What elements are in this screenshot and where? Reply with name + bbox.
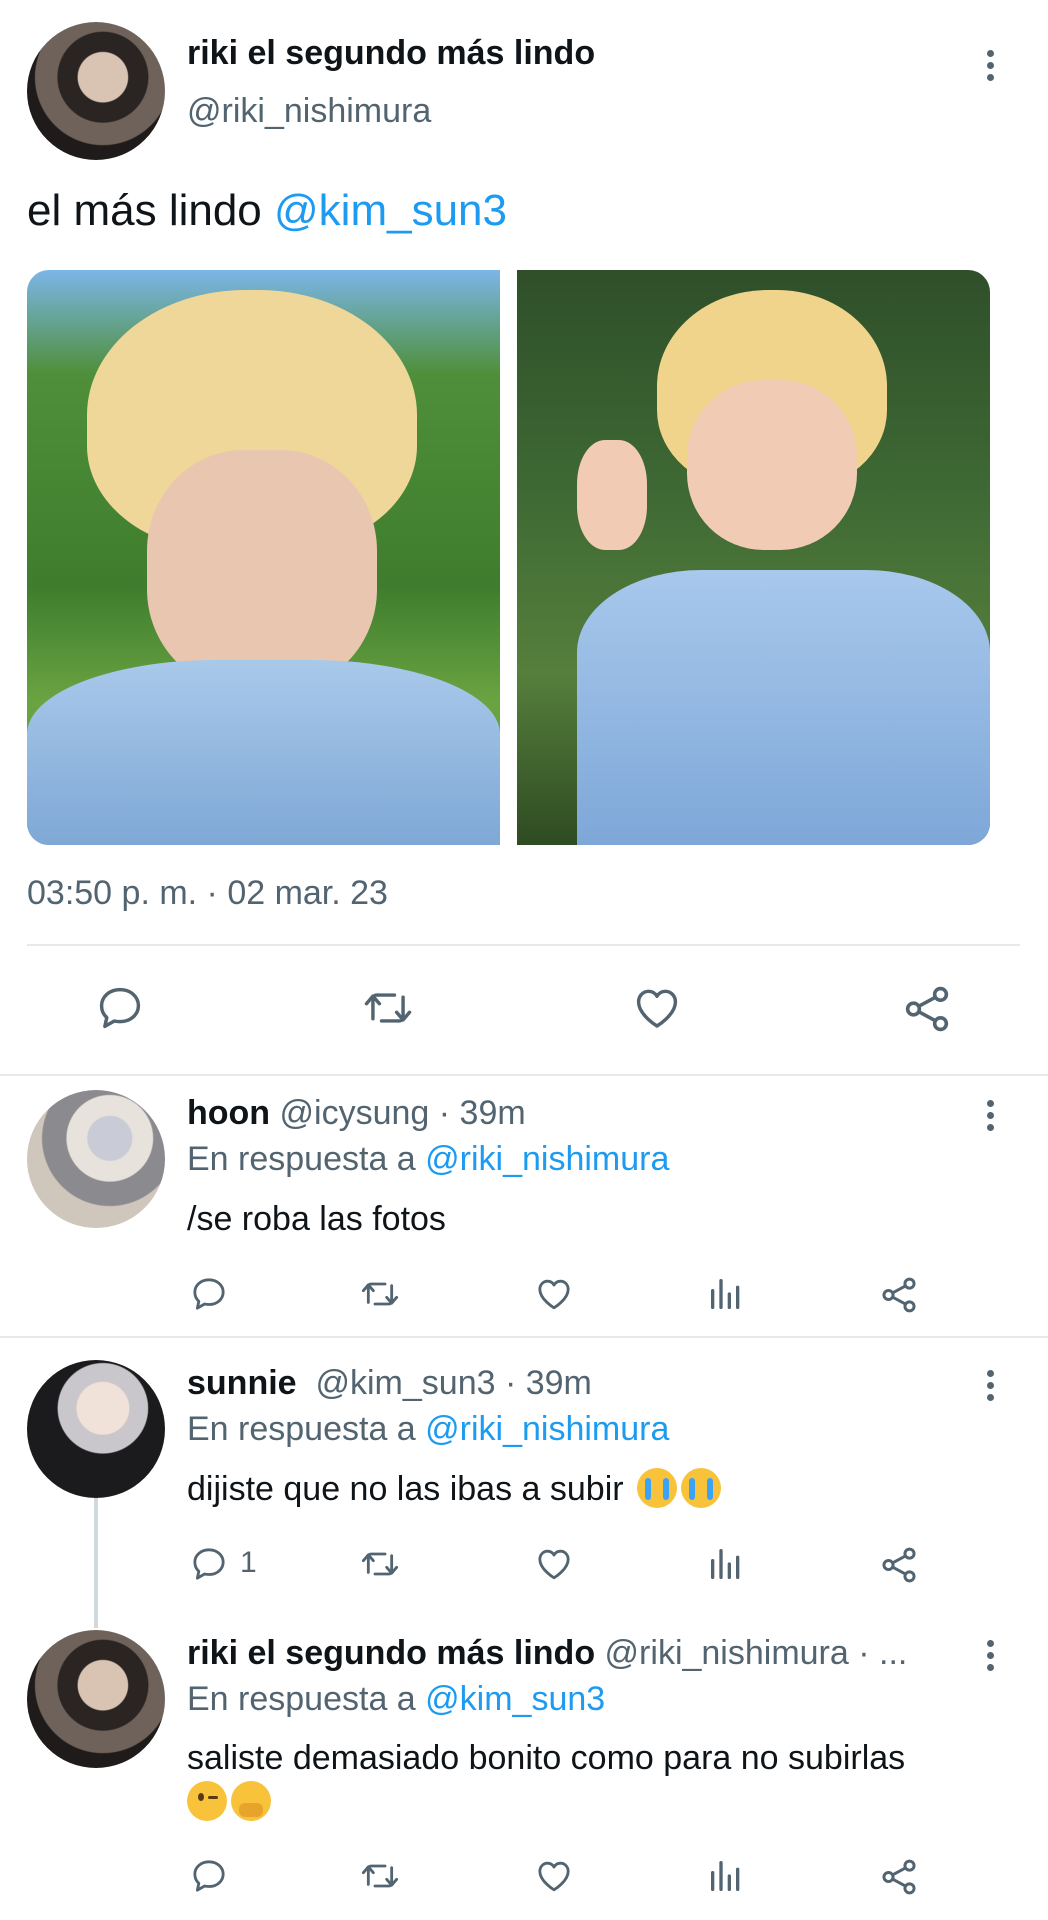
reply-display-name[interactable]: sunnie — [187, 1364, 297, 1402]
like-icon[interactable] — [533, 1544, 575, 1584]
share-icon[interactable] — [878, 1274, 920, 1316]
replying-to-mention[interactable]: @riki_nishimura — [425, 1140, 669, 1178]
thread-line — [94, 1498, 98, 1628]
crying-emoji — [681, 1468, 722, 1508]
reply-handle-time[interactable]: @icysung · 39m — [280, 1094, 526, 1132]
author-avatar[interactable] — [27, 22, 165, 160]
tweet-text: el más lindo @kim_sun3 — [27, 186, 507, 236]
main-tweet-divider — [0, 1074, 1048, 1076]
reply-avatar[interactable] — [27, 1360, 165, 1498]
replying-to-mention[interactable]: @kim_sun3 — [425, 1680, 605, 1718]
reply-header: hoon @icysung · 39m — [187, 1094, 526, 1133]
tweet-text-body: el más lindo — [27, 186, 275, 235]
reply-display-name[interactable]: riki el segundo más lindo — [187, 1634, 595, 1672]
like-icon[interactable] — [630, 982, 684, 1034]
author-display-name[interactable]: riki el segundo más lindo — [187, 34, 595, 73]
winking-emoji — [187, 1781, 227, 1821]
reply-text: dijiste que no las ibas a subir — [187, 1468, 722, 1509]
reply-text: saliste demasiado bonito como para no su… — [187, 1736, 1007, 1824]
reply-text-body: dijiste que no las ibas a subir — [187, 1470, 624, 1508]
more-options-icon[interactable] — [987, 1640, 995, 1676]
reply-header: riki el segundo más lindo @riki_nishimur… — [187, 1634, 907, 1673]
retweet-icon[interactable] — [360, 982, 416, 1034]
timestamp-divider — [27, 944, 1020, 946]
replying-to-label: En respuesta a — [187, 1410, 416, 1448]
replying-to: En respuesta a @riki_nishimura — [187, 1410, 669, 1449]
share-icon[interactable] — [900, 982, 954, 1036]
reply-display-name[interactable]: hoon — [187, 1094, 270, 1132]
reply-icon[interactable] — [189, 1856, 229, 1896]
more-options-icon[interactable] — [987, 1100, 995, 1136]
media-photo-1[interactable] — [27, 270, 500, 845]
more-options-icon[interactable] — [987, 1370, 995, 1406]
reply-avatar[interactable] — [27, 1630, 165, 1768]
replying-to: En respuesta a @kim_sun3 — [187, 1680, 605, 1719]
reply-count: 1 — [240, 1546, 257, 1579]
analytics-icon[interactable] — [706, 1856, 746, 1896]
analytics-icon[interactable] — [706, 1274, 746, 1314]
more-options-icon[interactable] — [987, 50, 995, 86]
reply-header: sunnie @kim_sun3 · 39m — [187, 1364, 592, 1403]
mention-link[interactable]: @kim_sun3 — [274, 186, 507, 235]
replying-to: En respuesta a @riki_nishimura — [187, 1140, 669, 1179]
reply-icon[interactable] — [189, 1544, 229, 1584]
reply-avatar[interactable] — [27, 1090, 165, 1228]
retweet-icon[interactable] — [358, 1856, 402, 1896]
crying-emoji — [637, 1468, 678, 1508]
share-icon[interactable] — [878, 1856, 920, 1898]
reply-divider — [0, 1336, 1048, 1338]
replying-to-mention[interactable]: @riki_nishimura — [425, 1410, 669, 1448]
replying-to-label: En respuesta a — [187, 1680, 416, 1718]
reply-text: /se roba las fotos — [187, 1200, 446, 1238]
retweet-icon[interactable] — [358, 1544, 402, 1584]
share-icon[interactable] — [878, 1544, 920, 1586]
hand-over-mouth-emoji — [231, 1781, 271, 1821]
reply-handle-time[interactable]: @kim_sun3 · 39m — [315, 1364, 591, 1402]
author-handle[interactable]: @riki_nishimura — [187, 92, 431, 131]
reply-handle-time[interactable]: @riki_nishimura · ... — [605, 1634, 908, 1672]
reply-icon[interactable] — [94, 982, 146, 1034]
analytics-icon[interactable] — [706, 1544, 746, 1584]
like-icon[interactable] — [533, 1856, 575, 1896]
replying-to-label: En respuesta a — [187, 1140, 416, 1178]
retweet-icon[interactable] — [358, 1274, 402, 1314]
reply-text-body: saliste demasiado bonito como para no su… — [187, 1739, 906, 1777]
tweet-timestamp: 03:50 p. m. · 02 mar. 23 — [27, 874, 388, 912]
media-photo-2[interactable] — [517, 270, 990, 845]
reply-icon[interactable] — [189, 1274, 229, 1314]
like-icon[interactable] — [533, 1274, 575, 1314]
